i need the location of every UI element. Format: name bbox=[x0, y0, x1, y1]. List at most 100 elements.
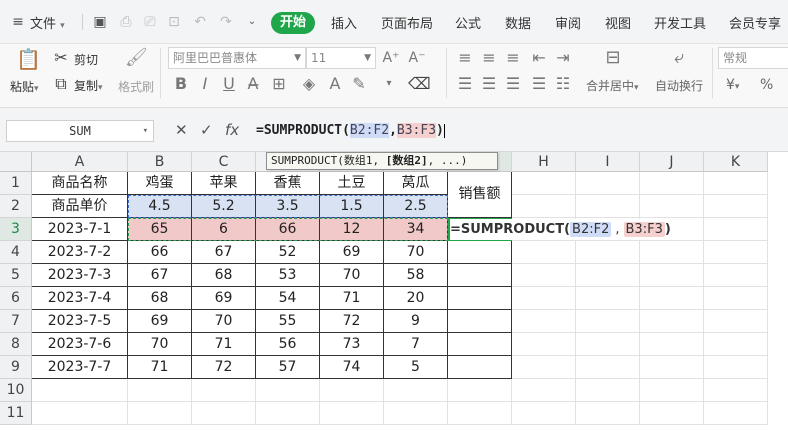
cell-i10[interactable] bbox=[576, 379, 640, 402]
cell-f10[interactable] bbox=[384, 379, 448, 402]
cell-c11[interactable] bbox=[192, 402, 256, 425]
column-header-k[interactable]: K bbox=[704, 152, 768, 172]
align-center-icon[interactable]: ☰ bbox=[480, 75, 498, 93]
paste-button[interactable]: 粘贴▾ bbox=[10, 78, 39, 95]
cell-i6[interactable] bbox=[576, 287, 640, 310]
fx-icon[interactable]: fx bbox=[225, 120, 239, 140]
row-header-4[interactable]: 4 bbox=[0, 241, 32, 264]
underline-icon[interactable]: U bbox=[220, 75, 238, 93]
cell-e4[interactable]: 69 bbox=[320, 241, 384, 264]
cell-h10[interactable] bbox=[512, 379, 576, 402]
column-header-c[interactable]: C bbox=[192, 152, 256, 172]
tab-home[interactable]: 开始 bbox=[271, 12, 315, 34]
menu-icon[interactable]: ≡ bbox=[10, 14, 26, 30]
cell-h2[interactable] bbox=[512, 195, 576, 218]
cell-g4[interactable] bbox=[448, 241, 512, 264]
cell-f7[interactable]: 9 bbox=[384, 310, 448, 333]
wrap-text-button[interactable]: 自动换行 bbox=[655, 77, 703, 94]
cell-c4[interactable]: 67 bbox=[192, 241, 256, 264]
cell-i8[interactable] bbox=[576, 333, 640, 356]
export-pdf-icon[interactable]: ⎙ bbox=[118, 14, 134, 30]
cell-a6[interactable]: 2023-7-4 bbox=[32, 287, 128, 310]
cell-c1[interactable]: 苹果 bbox=[192, 172, 256, 195]
number-format-select[interactable]: 常规 bbox=[718, 47, 788, 69]
tab-developer[interactable]: 开发工具 bbox=[654, 13, 706, 32]
cell-f11[interactable] bbox=[384, 402, 448, 425]
cell-f2[interactable]: 2.5 bbox=[384, 195, 448, 218]
cell-k6[interactable] bbox=[704, 287, 768, 310]
cell-b9[interactable]: 71 bbox=[128, 356, 192, 379]
tab-member[interactable]: 会员专享 bbox=[729, 13, 781, 32]
cell-g6[interactable] bbox=[448, 287, 512, 310]
cell-c2[interactable]: 5.2 bbox=[192, 195, 256, 218]
cell-i2[interactable] bbox=[576, 195, 640, 218]
cell-c8[interactable]: 71 bbox=[192, 333, 256, 356]
cell-j11[interactable] bbox=[640, 402, 704, 425]
font-name-select[interactable]: 阿里巴巴普惠体 ▼ bbox=[168, 47, 306, 69]
cell-d11[interactable] bbox=[256, 402, 320, 425]
file-menu[interactable]: 文件 ▾ bbox=[30, 13, 65, 32]
cell-k7[interactable] bbox=[704, 310, 768, 333]
cell-b6[interactable]: 68 bbox=[128, 287, 192, 310]
cell-i5[interactable] bbox=[576, 264, 640, 287]
name-box[interactable]: SUM ▾ bbox=[6, 120, 154, 142]
cell-k10[interactable] bbox=[704, 379, 768, 402]
align-left-icon[interactable]: ☰ bbox=[456, 75, 474, 93]
cell-f1[interactable]: 莴瓜 bbox=[384, 172, 448, 195]
cell-b1[interactable]: 鸡蛋 bbox=[128, 172, 192, 195]
cell-d1[interactable]: 香蕉 bbox=[256, 172, 320, 195]
cell-g8[interactable] bbox=[448, 333, 512, 356]
print-preview-icon[interactable]: ⊡ bbox=[166, 14, 182, 30]
cell-j2[interactable] bbox=[640, 195, 704, 218]
font-size-select[interactable]: 11 ▼ bbox=[306, 47, 376, 69]
cell-b7[interactable]: 69 bbox=[128, 310, 192, 333]
cell-a5[interactable]: 2023-7-3 bbox=[32, 264, 128, 287]
cell-h9[interactable] bbox=[512, 356, 576, 379]
cell-g11[interactable] bbox=[448, 402, 512, 425]
cell-c6[interactable]: 69 bbox=[192, 287, 256, 310]
cell-g10[interactable] bbox=[448, 379, 512, 402]
tab-formulas[interactable]: 公式 bbox=[455, 13, 481, 32]
cell-d5[interactable]: 53 bbox=[256, 264, 320, 287]
cell-a1[interactable]: 商品名称 bbox=[32, 172, 128, 195]
cell-b11[interactable] bbox=[128, 402, 192, 425]
cell-g9[interactable] bbox=[448, 356, 512, 379]
cell-d2[interactable]: 3.5 bbox=[256, 195, 320, 218]
column-header-j[interactable]: J bbox=[640, 152, 704, 172]
cell-a7[interactable]: 2023-7-5 bbox=[32, 310, 128, 333]
cell-a10[interactable] bbox=[32, 379, 128, 402]
align-right-icon[interactable]: ☰ bbox=[504, 75, 522, 93]
cell-k4[interactable] bbox=[704, 241, 768, 264]
cell-e2[interactable]: 1.5 bbox=[320, 195, 384, 218]
decrease-font-icon[interactable]: A⁻ bbox=[408, 49, 426, 67]
cell-j9[interactable] bbox=[640, 356, 704, 379]
cell-e11[interactable] bbox=[320, 402, 384, 425]
cell-b4[interactable]: 66 bbox=[128, 241, 192, 264]
cell-k9[interactable] bbox=[704, 356, 768, 379]
cell-h11[interactable] bbox=[512, 402, 576, 425]
currency-button[interactable]: ¥▾ bbox=[726, 77, 739, 93]
column-header-a[interactable]: A bbox=[32, 152, 128, 172]
fill-color-icon[interactable]: ◈ bbox=[300, 75, 318, 93]
cell-c10[interactable] bbox=[192, 379, 256, 402]
cell-c7[interactable]: 70 bbox=[192, 310, 256, 333]
strikethrough-icon[interactable]: A̶ bbox=[244, 75, 262, 93]
cell-j1[interactable] bbox=[640, 172, 704, 195]
column-header-b[interactable]: B bbox=[128, 152, 192, 172]
cell-a9[interactable]: 2023-7-7 bbox=[32, 356, 128, 379]
clear-format-icon[interactable]: ⌫ bbox=[408, 75, 431, 93]
cell-b8[interactable]: 70 bbox=[128, 333, 192, 356]
cell-e6[interactable]: 71 bbox=[320, 287, 384, 310]
borders-icon[interactable]: ⊞ bbox=[270, 75, 288, 93]
increase-font-icon[interactable]: A⁺ bbox=[382, 49, 400, 67]
cell-i9[interactable] bbox=[576, 356, 640, 379]
cell-e7[interactable]: 72 bbox=[320, 310, 384, 333]
cell-a8[interactable]: 2023-7-6 bbox=[32, 333, 128, 356]
column-header-i[interactable]: I bbox=[576, 152, 640, 172]
font-color-icon[interactable]: A bbox=[326, 75, 344, 93]
row-header-11[interactable]: 11 bbox=[0, 402, 32, 425]
cell-i1[interactable] bbox=[576, 172, 640, 195]
cut-button[interactable]: 剪切 bbox=[74, 51, 98, 68]
print-icon[interactable]: ⎚ bbox=[142, 14, 158, 30]
cell-j6[interactable] bbox=[640, 287, 704, 310]
